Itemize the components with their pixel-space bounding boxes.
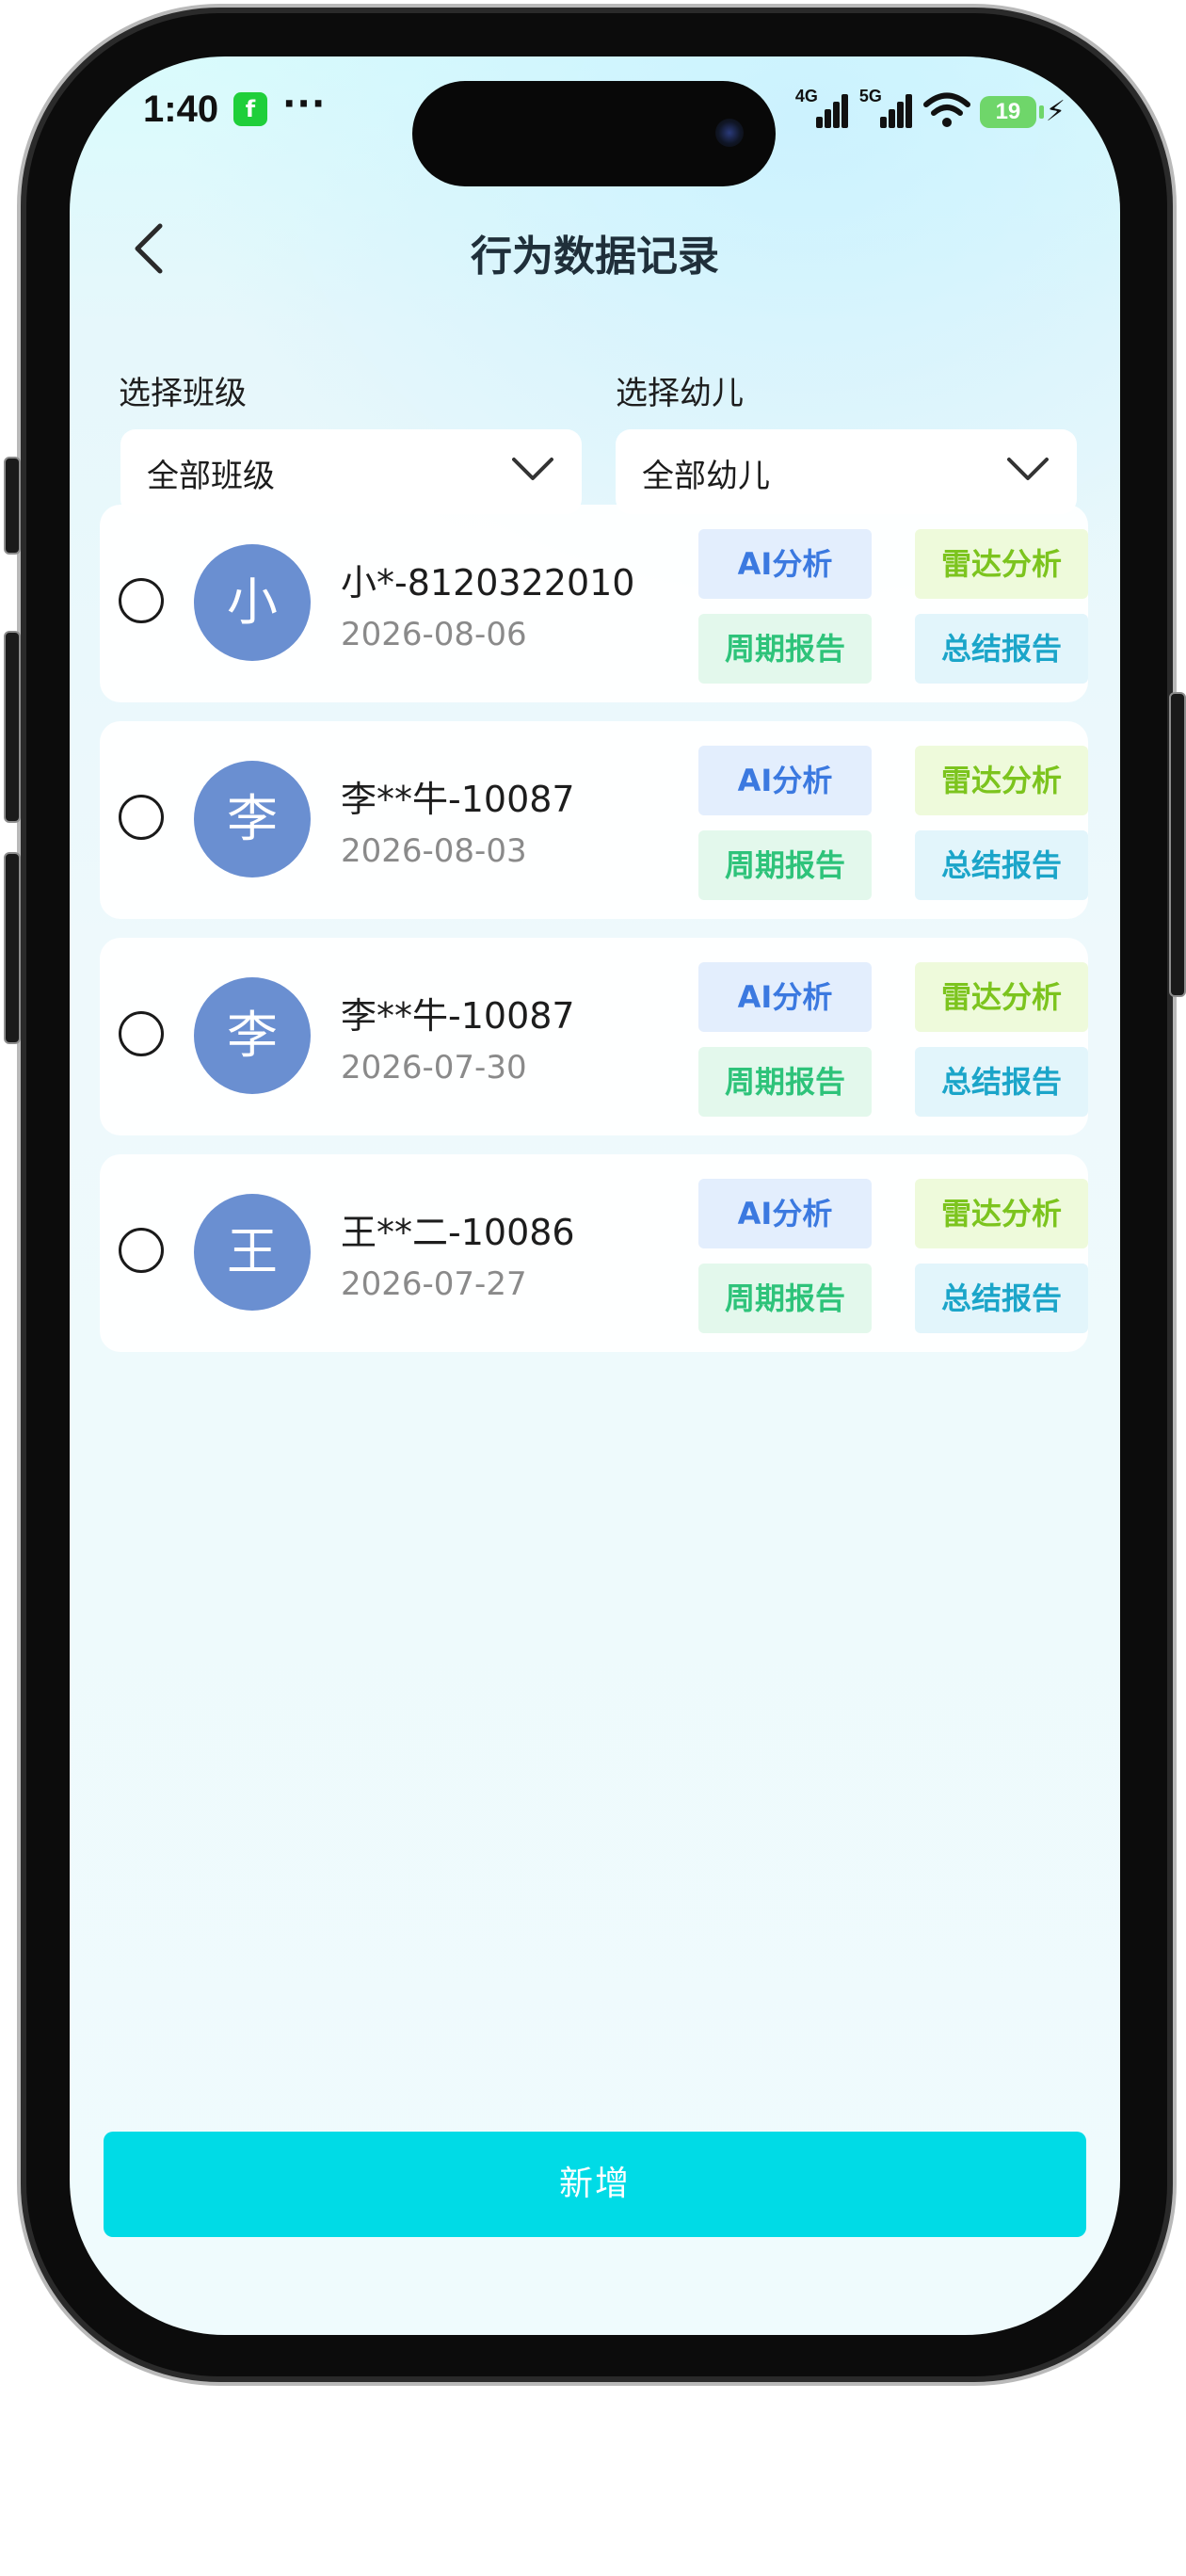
- record-card: 王 王**二-10086 2026-07-27 AI分析 雷达分析 周期报告 总…: [100, 1154, 1088, 1352]
- class-filter-label: 选择班级: [119, 375, 247, 412]
- battery-icon: 19: [979, 96, 1044, 128]
- record-card: 李 李**牛-10087 2026-08-03 AI分析 雷达分析 周期报告 总…: [100, 721, 1088, 919]
- record-date: 2026-07-30: [341, 1049, 527, 1087]
- volume-down-button: [4, 852, 21, 1044]
- select-radio[interactable]: [119, 578, 164, 623]
- avatar: 李: [194, 977, 311, 1094]
- ai-analysis-button[interactable]: AI分析: [698, 529, 872, 599]
- class-select-value: 全部班级: [147, 458, 275, 495]
- cellular-5g-icon: 5G: [858, 87, 914, 128]
- app-screen: 1:40 f ··· 4G 5G 19 ⚡ 行为数据记录 选择班级 全部班级 选…: [70, 56, 1120, 2335]
- charging-icon: ⚡: [1045, 95, 1066, 128]
- network-5g-label: 5G: [858, 87, 882, 105]
- summary-report-button[interactable]: 总结报告: [915, 614, 1088, 684]
- ai-analysis-button[interactable]: AI分析: [698, 962, 872, 1032]
- wifi-icon: [922, 92, 970, 127]
- record-name: 李**牛-10087: [341, 995, 575, 1037]
- record-date: 2026-07-27: [341, 1265, 527, 1303]
- child-filter-label: 选择幼儿: [616, 375, 744, 412]
- summary-report-button[interactable]: 总结报告: [915, 830, 1088, 900]
- radar-analysis-button[interactable]: 雷达分析: [915, 746, 1088, 815]
- radar-analysis-button[interactable]: 雷达分析: [915, 962, 1088, 1032]
- record-name: 小*-8120322010: [341, 562, 635, 604]
- record-name: 王**二-10086: [341, 1212, 575, 1253]
- more-dots-icon: ···: [282, 83, 327, 124]
- radar-analysis-button[interactable]: 雷达分析: [915, 529, 1088, 599]
- power-button: [1169, 692, 1186, 997]
- ai-analysis-button[interactable]: AI分析: [698, 1179, 872, 1248]
- class-select[interactable]: 全部班级: [120, 429, 582, 514]
- status-bar: 1:40 f ··· 4G 5G 19 ⚡: [70, 56, 1120, 186]
- record-date: 2026-08-03: [341, 832, 527, 870]
- radar-analysis-button[interactable]: 雷达分析: [915, 1179, 1088, 1248]
- dynamic-island: [412, 81, 776, 186]
- child-select[interactable]: 全部幼儿: [616, 429, 1077, 514]
- avatar: 小: [194, 544, 311, 661]
- record-card: 李 李**牛-10087 2026-07-30 AI分析 雷达分析 周期报告 总…: [100, 938, 1088, 1135]
- volume-up-button: [4, 631, 21, 823]
- cellular-4g-icon: 4G: [794, 87, 850, 128]
- status-indicators: 4G 5G 19 ⚡: [794, 87, 1066, 128]
- avatar: 李: [194, 761, 311, 877]
- period-report-button[interactable]: 周期报告: [698, 1264, 872, 1333]
- action-button: [4, 457, 21, 555]
- period-report-button[interactable]: 周期报告: [698, 614, 872, 684]
- add-button[interactable]: 新增: [104, 2132, 1086, 2237]
- nav-bar: 行为数据记录: [70, 198, 1120, 292]
- camera-icon: [715, 119, 744, 147]
- chevron-down-icon: [1007, 458, 1049, 480]
- status-time: 1:40: [143, 89, 219, 130]
- record-card: 小 小*-8120322010 2026-08-06 AI分析 雷达分析 周期报…: [100, 505, 1088, 702]
- period-report-button[interactable]: 周期报告: [698, 1047, 872, 1117]
- select-radio[interactable]: [119, 1011, 164, 1056]
- period-report-button[interactable]: 周期报告: [698, 830, 872, 900]
- select-radio[interactable]: [119, 1228, 164, 1273]
- summary-report-button[interactable]: 总结报告: [915, 1047, 1088, 1117]
- ai-analysis-button[interactable]: AI分析: [698, 746, 872, 815]
- record-date: 2026-08-06: [341, 616, 527, 653]
- avatar: 王: [194, 1194, 311, 1311]
- app-notification-icon: f: [233, 92, 267, 126]
- page-title: 行为数据记录: [471, 233, 719, 281]
- network-4g-label: 4G: [794, 87, 818, 105]
- chevron-down-icon: [512, 458, 553, 480]
- record-name: 李**牛-10087: [341, 779, 575, 820]
- select-radio[interactable]: [119, 795, 164, 840]
- summary-report-button[interactable]: 总结报告: [915, 1264, 1088, 1333]
- child-select-value: 全部幼儿: [642, 458, 770, 495]
